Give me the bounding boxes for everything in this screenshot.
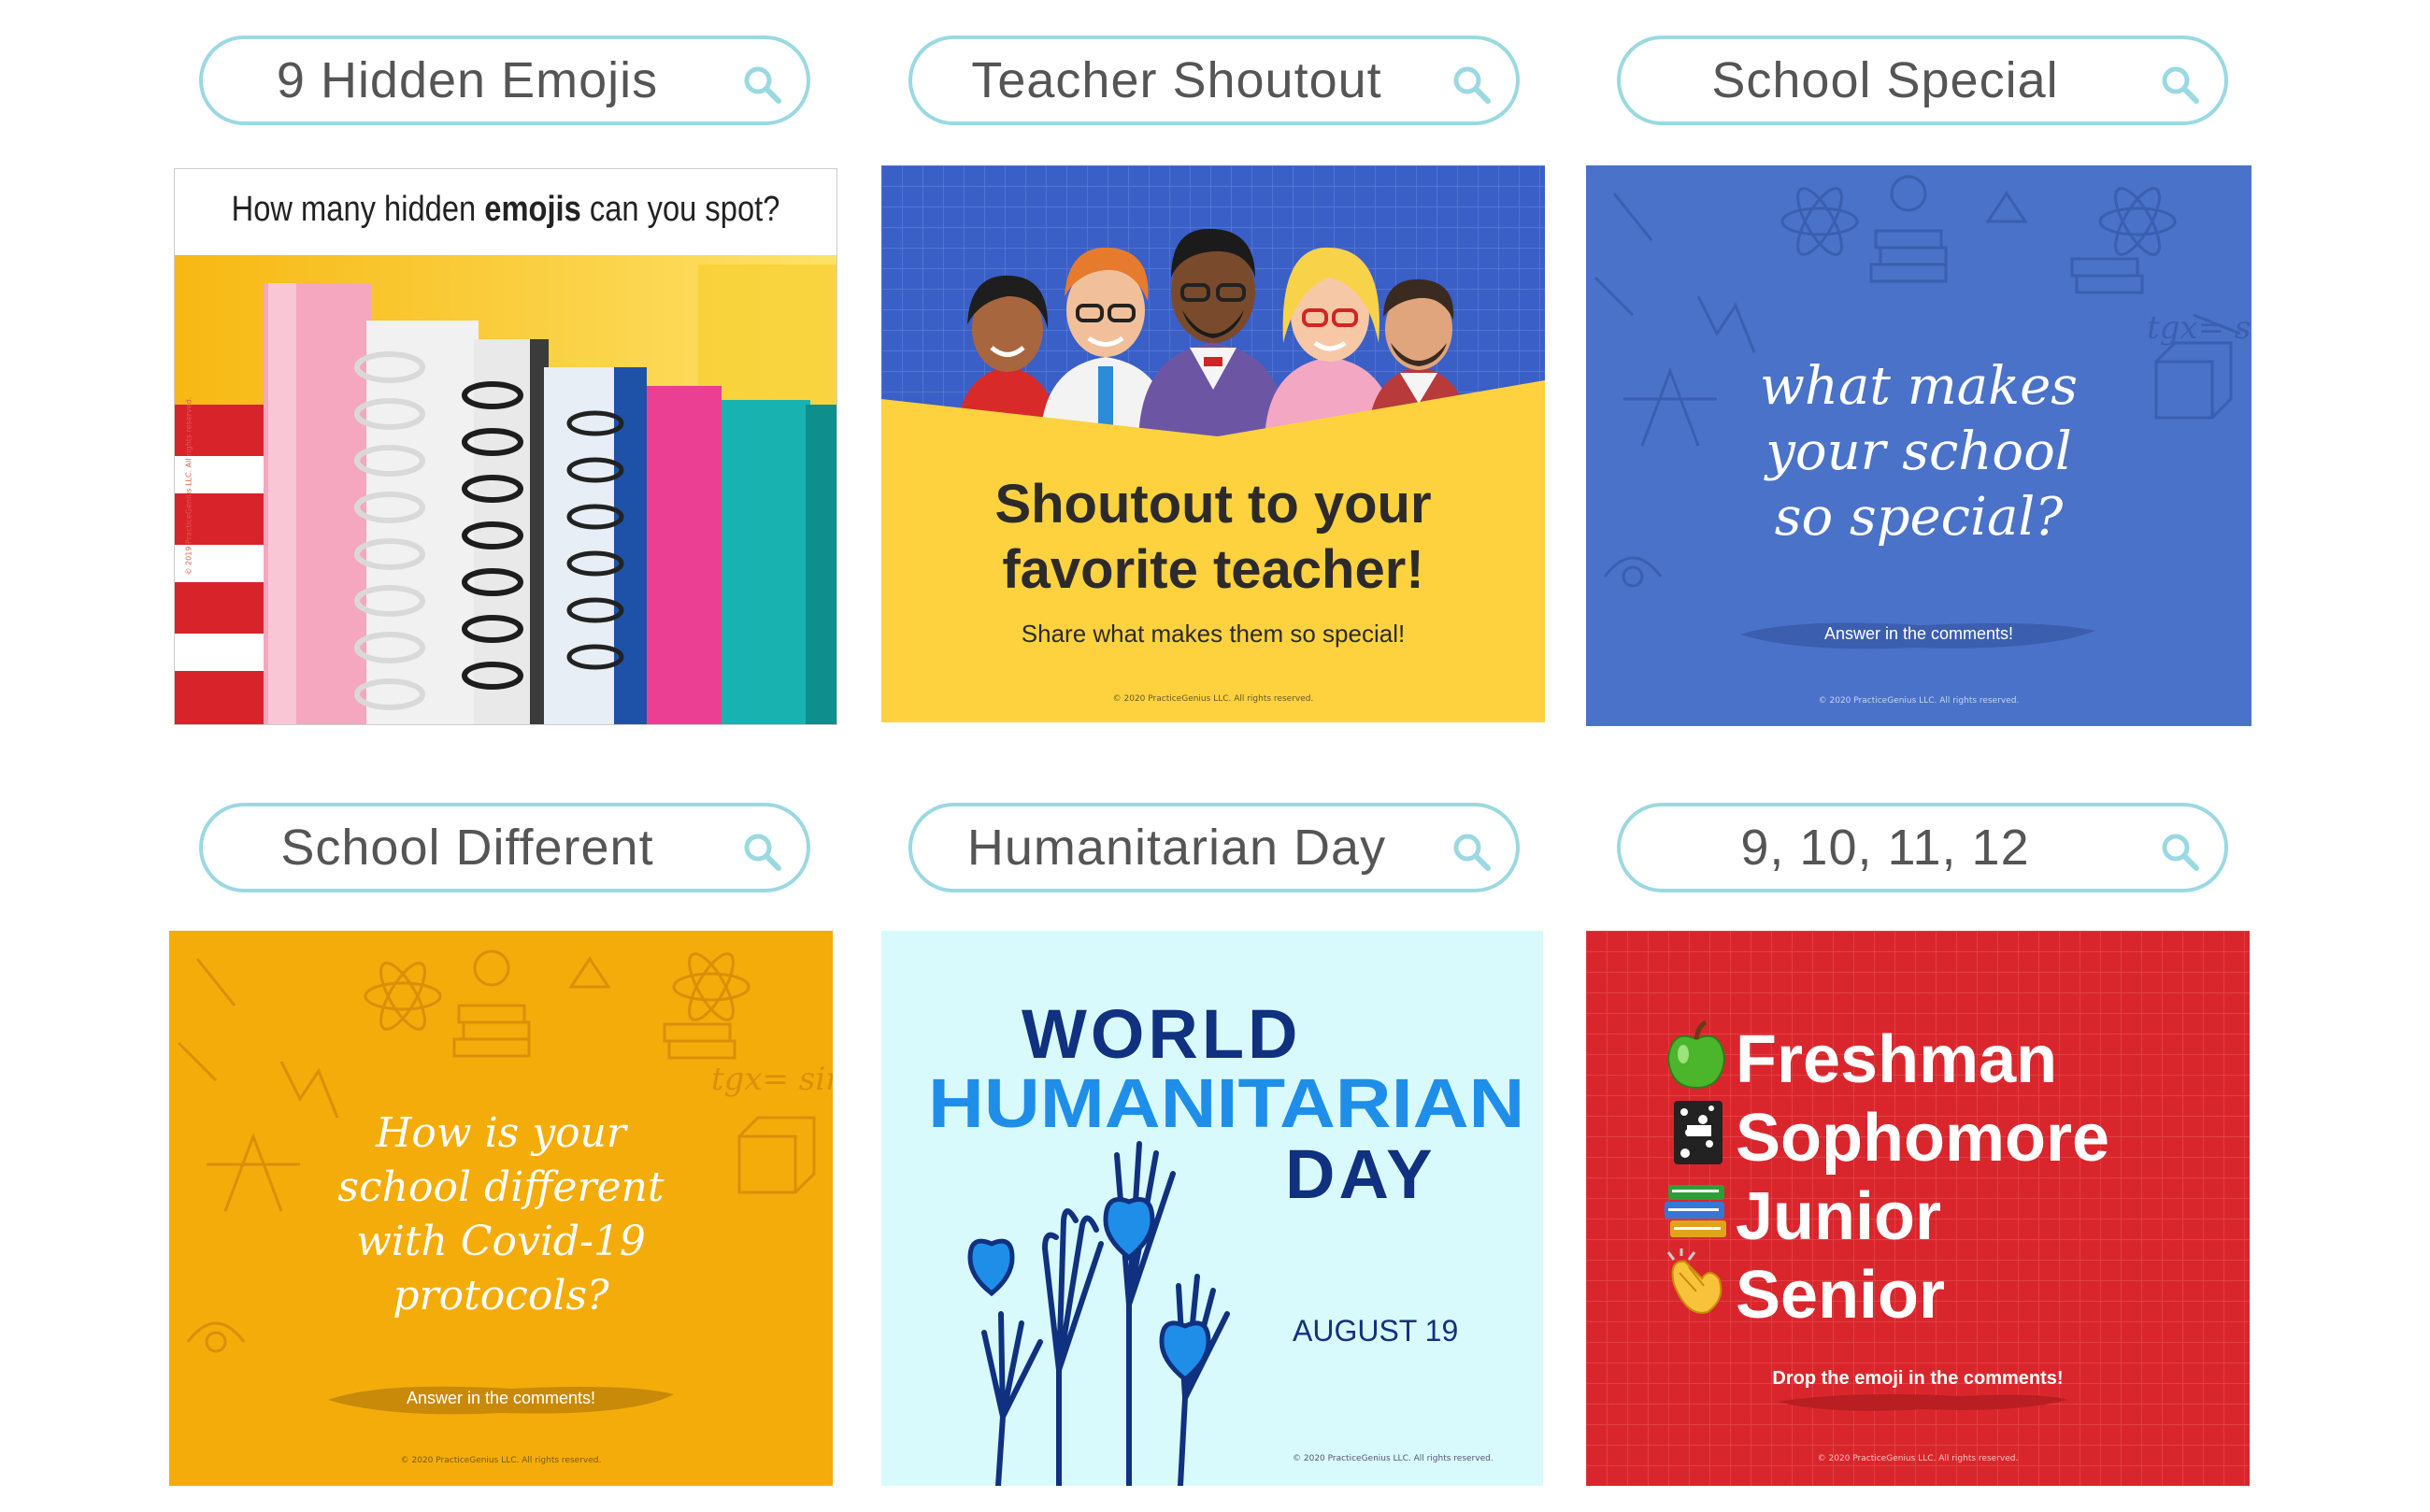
grade-sophomore: Sophomore [1736,1101,2110,1176]
search-query-text: School Different [280,820,654,876]
search-query-text: 9 Hidden Emojis [276,52,659,108]
search-bar-teacher-shoutout[interactable]: Teacher Shoutout [908,36,1520,125]
search-bar-humanitarian-day[interactable]: Humanitarian Day [908,803,1520,892]
question-line: school different [337,1163,665,1211]
question-line: your school [1765,421,2072,482]
search-icon[interactable] [1451,64,1492,105]
special-cta: Answer in the comments! [1823,624,2014,643]
card-hidden-emojis[interactable]: How many hidden emojis can you spot? © 2… [174,168,837,725]
raised-hands-hearts-illustration [967,1141,1230,1486]
copyright: © 2020 PracticeGenius LLC. All rights re… [1818,696,2020,706]
title-line: favorite teacher! [1002,539,1424,600]
question-line: so special? [1774,487,2064,548]
apple-emoji-icon [1666,1020,1726,1090]
different-question: How is your school different with Covid-… [169,1106,833,1323]
search-query-text: Humanitarian Day [966,820,1387,876]
svg-text:tgx= sin: tgx= sin [711,1061,833,1098]
grade-list: Freshman Sophomore Junior Senior [1736,1020,2109,1334]
card-school-different[interactable]: tgx= sin How is your school different wi… [169,931,833,1486]
search-bar-grades[interactable]: 9, 10, 11, 12 [1617,803,2228,892]
search-icon[interactable] [741,831,782,872]
question-line: How is your [376,1109,626,1157]
grade-senior: Senior [1736,1258,1946,1333]
search-bar-school-special[interactable]: School Special [1617,36,2228,125]
brush-stroke [1778,1394,2067,1411]
headline-bold-text: emojis [484,190,581,229]
question-line: what makes [1760,356,2078,417]
copyright: © 2020 PracticeGenius LLC. All rights re… [1293,1454,1494,1463]
humanitarian-title-main: HUMANITARIAN [928,1064,1525,1142]
search-query-text: 9, 10, 11, 12 [1740,820,2030,876]
search-icon[interactable] [1451,831,1492,872]
headline-text-end: can you spot? [580,190,780,229]
search-bar-school-different[interactable]: School Different [199,803,810,892]
title-line: Shoutout to your [994,474,1432,535]
search-query-text: Teacher Shoutout [971,52,1382,108]
shoutout-subtitle: Share what makes them so special! [1021,620,1406,648]
search-bar-hidden-emojis[interactable]: 9 Hidden Emojis [199,36,810,125]
card-grades[interactable]: Freshman Sophomore Junior Senior Drop th… [1586,931,2250,1486]
search-icon[interactable] [741,64,782,105]
side-copyright: © 2019 PracticeGenius LLC. All rights re… [184,396,193,576]
search-icon[interactable] [2159,64,2200,105]
copyright: © 2020 PracticeGenius LLC. All rights re… [1112,694,1314,704]
card-teacher-shoutout[interactable]: Shoutout to your favorite teacher! Share… [881,165,1545,722]
shoutout-title: Shoutout to your favorite teacher! [881,472,1545,603]
search-query-text: School Special [1711,52,2059,108]
notebooks-photo [175,255,836,724]
copyright: © 2020 PracticeGenius LLC. All rights re… [1817,1454,2019,1463]
clapping-hands-emoji-icon [1666,1248,1722,1314]
copyright: © 2020 PracticeGenius LLC. All rights re… [400,1456,602,1465]
humanitarian-title-day: DAY [1285,1135,1437,1213]
books-emoji-icon [1665,1185,1726,1237]
headline-text: How many hidden [231,190,485,229]
card-humanitarian-day[interactable]: WORLD HUMANITARIAN DAY AUGUST 19 © 2020 … [881,931,1543,1486]
different-cta: Answer in the comments! [406,1389,596,1407]
grades-cta: Drop the emoji in the comments! [1772,1368,2064,1389]
humanitarian-title-world: WORLD [1022,995,1302,1073]
card-headline: How many hidden emojis can you spot? [222,190,791,242]
grade-junior: Junior [1736,1179,1942,1254]
card-school-special[interactable]: tgx= sin what makes your school so speci… [1586,165,2251,726]
grade-freshman: Freshman [1736,1022,2058,1097]
question-line: protocols? [393,1272,609,1319]
svg-text:tgx= sin: tgx= sin [2147,309,2251,347]
special-question: what makes your school so special? [1586,354,2251,550]
question-line: with Covid-19 [356,1218,646,1265]
humanitarian-date: AUGUST 19 [1293,1314,1459,1348]
search-icon[interactable] [2159,831,2200,872]
composition-notebook-emoji-icon [1674,1101,1722,1164]
